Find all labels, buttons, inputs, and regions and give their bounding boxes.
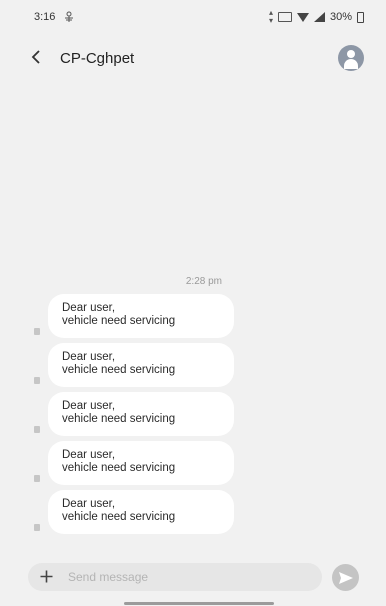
message-line: Dear user,: [62, 400, 116, 412]
message-bubble[interactable]: Dear user, vehicle need servicing: [48, 441, 234, 485]
signal-icon: [313, 12, 325, 22]
data-speed-icon: ▴ ▾: [268, 8, 273, 25]
message-bubble[interactable]: Dear user, vehicle need servicing: [48, 294, 234, 338]
list-item: Dear user, vehicle need servicing: [30, 294, 260, 343]
message-line: Dear user,: [62, 302, 116, 314]
status-time: 3:16: [34, 11, 56, 23]
list-item: Dear user, vehicle need servicing: [30, 343, 260, 392]
conversation-title: CP-Cghpet: [60, 49, 135, 67]
message-composer: [28, 563, 322, 591]
message-input[interactable]: [68, 570, 322, 584]
box-icon: [277, 12, 292, 22]
notification-icon: [65, 11, 74, 22]
message-bubble[interactable]: Dear user, vehicle need servicing: [48, 392, 234, 436]
sim-icon: [34, 377, 40, 384]
back-button[interactable]: [30, 48, 54, 68]
message-line: vehicle need servicing: [62, 511, 176, 523]
message-line: vehicle need servicing: [62, 462, 176, 474]
message-line: vehicle need servicing: [62, 413, 176, 425]
wifi-icon: [296, 12, 309, 22]
message-line: vehicle need servicing: [62, 364, 176, 376]
attach-button[interactable]: [40, 568, 62, 586]
message-line: Dear user,: [62, 449, 116, 461]
sim-icon: [34, 328, 40, 335]
message-line: Dear user,: [62, 498, 116, 510]
sim-icon: [34, 426, 40, 433]
message-bubble[interactable]: Dear user, vehicle need servicing: [48, 490, 234, 534]
message-list: Dear user, vehicle need servicing Dear u…: [30, 294, 260, 539]
list-item: Dear user, vehicle need servicing: [30, 490, 260, 539]
battery-icon: [357, 11, 364, 23]
list-item: Dear user, vehicle need servicing: [30, 392, 260, 441]
message-line: vehicle need servicing: [62, 315, 176, 327]
battery-percent: 30%: [329, 11, 352, 23]
send-icon: [339, 572, 353, 584]
plus-icon: [40, 570, 53, 583]
sim-icon: [34, 524, 40, 531]
status-left: 3:16: [34, 11, 75, 23]
sim-icon: [34, 475, 40, 482]
chevron-left-icon: [31, 50, 40, 64]
send-button[interactable]: [332, 564, 359, 591]
message-line: Dear user,: [62, 351, 116, 363]
message-timestamp: 2:28 pm: [185, 276, 222, 287]
list-item: Dear user, vehicle need servicing: [30, 441, 260, 490]
contact-avatar-icon[interactable]: [338, 45, 364, 71]
home-indicator[interactable]: [124, 602, 274, 605]
conversation-header: CP-Cghpet: [0, 38, 386, 78]
status-right: ▴ ▾ 30%: [269, 9, 364, 25]
status-bar: 3:16 ▴ ▾ 30%: [0, 0, 386, 34]
message-bubble[interactable]: Dear user, vehicle need servicing: [48, 343, 234, 387]
